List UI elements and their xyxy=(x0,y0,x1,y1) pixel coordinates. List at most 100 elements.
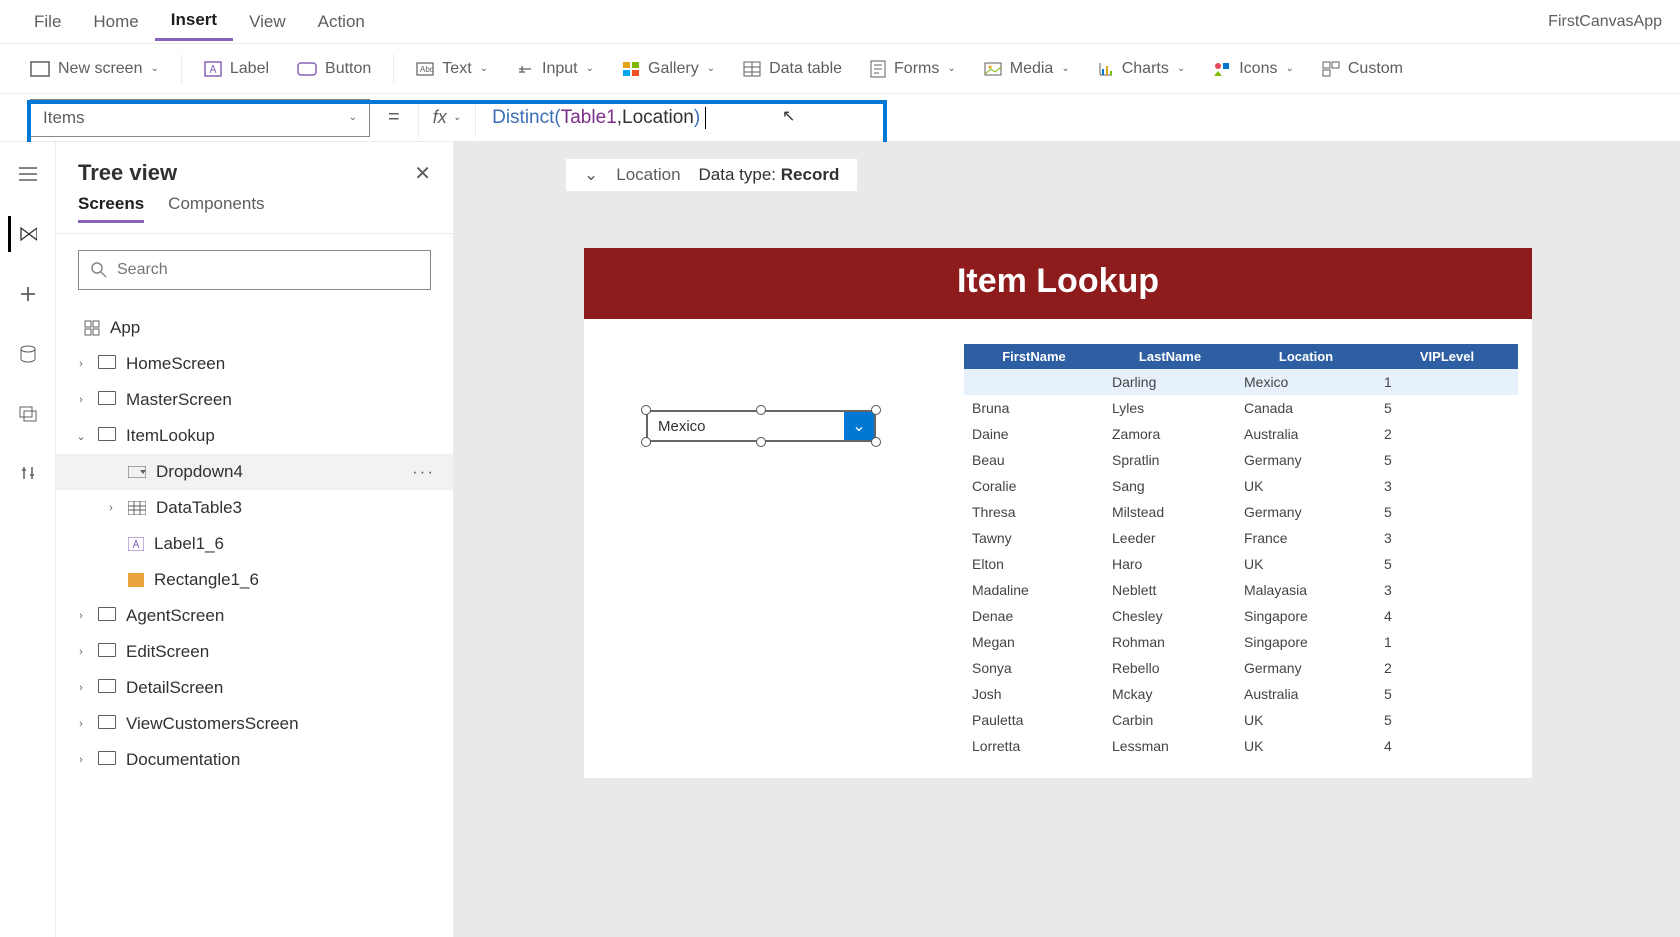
canvas[interactable]: Item Lookup Mexico ⌄ FirstName LastName … xyxy=(584,248,1532,778)
custom-icon xyxy=(1322,61,1340,77)
menu-insert[interactable]: Insert xyxy=(155,2,233,41)
gallery-button[interactable]: Gallery ⌄ xyxy=(610,54,727,84)
table-row[interactable]: JoshMckayAustralia5 xyxy=(964,681,1518,707)
input-button[interactable]: Input ⌄ xyxy=(504,54,606,84)
tree-node-masterscreen[interactable]: ›MasterScreen xyxy=(56,382,453,418)
media-button[interactable]: Media ⌄ xyxy=(972,54,1082,84)
resize-handle[interactable] xyxy=(871,405,881,415)
tree-node-dropdown4[interactable]: Dropdown4··· xyxy=(56,454,453,490)
resize-handle[interactable] xyxy=(756,405,766,415)
chevron-down-icon[interactable]: ⌄ xyxy=(844,412,874,440)
col-lastname[interactable]: LastName xyxy=(1104,344,1236,369)
formula-input[interactable]: Distinct(Table1, Location) xyxy=(476,107,1680,129)
col-firstname[interactable]: FirstName xyxy=(964,344,1104,369)
canvas-area: Item Lookup Mexico ⌄ FirstName LastName … xyxy=(454,142,1680,937)
search-input[interactable] xyxy=(117,261,418,279)
table-row[interactable]: MeganRohmanSingapore1 xyxy=(964,629,1518,655)
icons-button[interactable]: Icons ⌄ xyxy=(1201,54,1306,84)
custom-button[interactable]: Custom xyxy=(1310,54,1415,84)
table-row[interactable]: EltonHaroUK5 xyxy=(964,551,1518,577)
media-label: Media xyxy=(1010,60,1054,78)
insert-icon[interactable] xyxy=(10,276,46,312)
table-row[interactable]: DarlingMexico1 xyxy=(964,369,1518,395)
cell-firstname: Bruna xyxy=(964,395,1104,421)
tree-node-label1_6[interactable]: Label1_6 xyxy=(56,526,453,562)
text-cursor xyxy=(700,107,706,129)
tools-icon[interactable] xyxy=(10,456,46,492)
tree-node-homescreen[interactable]: ›HomeScreen xyxy=(56,346,453,382)
tab-components[interactable]: Components xyxy=(168,194,264,223)
tab-screens[interactable]: Screens xyxy=(78,194,144,223)
table-row[interactable]: MadalineNeblettMalayasia3 xyxy=(964,577,1518,603)
menu-action[interactable]: Action xyxy=(302,4,381,40)
table-row[interactable]: TawnyLeederFrance3 xyxy=(964,525,1518,551)
tree-app[interactable]: App xyxy=(56,310,453,346)
table-row[interactable]: BeauSpratlinGermany5 xyxy=(964,447,1518,473)
tree-view-icon[interactable] xyxy=(8,216,44,252)
data-table[interactable]: FirstName LastName Location VIPLevel Dar… xyxy=(964,344,1518,759)
resize-handle[interactable] xyxy=(756,437,766,447)
label-button[interactable]: Label xyxy=(192,54,281,84)
chevron-icon[interactable]: › xyxy=(74,358,88,370)
datatable-button[interactable]: Data table xyxy=(731,54,854,84)
chevron-icon[interactable]: › xyxy=(74,682,88,694)
resize-handle[interactable] xyxy=(641,405,651,415)
new-screen-button[interactable]: New screen ⌄ xyxy=(18,54,171,84)
table-row[interactable]: ThresaMilsteadGermany5 xyxy=(964,499,1518,525)
property-select[interactable]: Items ⌄ xyxy=(30,99,370,137)
table-row[interactable]: DaineZamoraAustralia2 xyxy=(964,421,1518,447)
cell-lastname: Carbin xyxy=(1104,707,1236,733)
table-row[interactable]: PaulettaCarbinUK5 xyxy=(964,707,1518,733)
table-row[interactable]: DenaeChesleySingapore4 xyxy=(964,603,1518,629)
chevron-icon[interactable]: › xyxy=(104,502,118,514)
table-row[interactable]: SonyaRebelloGermany2 xyxy=(964,655,1518,681)
col-location[interactable]: Location xyxy=(1236,344,1376,369)
more-icon[interactable]: ··· xyxy=(412,462,435,482)
cell-viplevel: 5 xyxy=(1376,551,1518,577)
menu-home[interactable]: Home xyxy=(77,4,154,40)
table-row[interactable]: CoralieSangUK3 xyxy=(964,473,1518,499)
col-viplevel[interactable]: VIPLevel xyxy=(1376,344,1518,369)
cell-lastname: Rebello xyxy=(1104,655,1236,681)
tree-node-datatable3[interactable]: ›DataTable3 xyxy=(56,490,453,526)
forms-button[interactable]: Forms ⌄ xyxy=(858,54,968,84)
tree-search[interactable] xyxy=(78,250,431,290)
hamburger-icon[interactable] xyxy=(10,156,46,192)
cell-viplevel: 1 xyxy=(1376,629,1518,655)
close-icon[interactable]: ✕ xyxy=(414,161,431,186)
menu-file[interactable]: File xyxy=(18,4,77,40)
tree-node-editscreen[interactable]: ›EditScreen xyxy=(56,634,453,670)
menu-view[interactable]: View xyxy=(233,4,302,40)
button-button[interactable]: Button xyxy=(285,54,383,84)
cell-lastname: Rohman xyxy=(1104,629,1236,655)
cell-lastname: Darling xyxy=(1104,369,1236,395)
media-icon[interactable] xyxy=(10,396,46,432)
tree-node-agentscreen[interactable]: ›AgentScreen xyxy=(56,598,453,634)
chevron-icon[interactable]: › xyxy=(74,718,88,730)
cell-lastname: Haro xyxy=(1104,551,1236,577)
chevron-icon[interactable]: › xyxy=(74,394,88,406)
fx-button[interactable]: fx⌄ xyxy=(418,99,476,137)
dropdown-control[interactable]: Mexico ⌄ xyxy=(646,410,876,442)
screen-icon xyxy=(30,61,50,77)
chevron-icon[interactable]: ⌄ xyxy=(74,430,88,443)
tree-node-rectangle1_6[interactable]: Rectangle1_6 xyxy=(56,562,453,598)
tree-node-viewcustomersscreen[interactable]: ›ViewCustomersScreen xyxy=(56,706,453,742)
data-icon[interactable] xyxy=(10,336,46,372)
cell-firstname: Denae xyxy=(964,603,1104,629)
chevron-icon[interactable]: › xyxy=(74,646,88,658)
tree-node-detailscreen[interactable]: ›DetailScreen xyxy=(56,670,453,706)
chevron-icon[interactable]: › xyxy=(74,754,88,766)
table-row[interactable]: BrunaLylesCanada5 xyxy=(964,395,1518,421)
tree-node-itemlookup[interactable]: ⌄ItemLookup xyxy=(56,418,453,454)
table-row[interactable]: LorrettaLessmanUK4 xyxy=(964,733,1518,759)
tree-node-documentation[interactable]: ›Documentation xyxy=(56,742,453,778)
chevron-icon[interactable]: › xyxy=(74,610,88,622)
chevron-down-icon: ⌄ xyxy=(1061,63,1069,74)
cell-firstname: Josh xyxy=(964,681,1104,707)
chevron-down-icon[interactable]: ⌄ xyxy=(584,165,598,185)
text-button[interactable]: Abc Text ⌄ xyxy=(404,54,500,84)
resize-handle[interactable] xyxy=(641,437,651,447)
resize-handle[interactable] xyxy=(871,437,881,447)
charts-button[interactable]: Charts ⌄ xyxy=(1086,54,1198,84)
